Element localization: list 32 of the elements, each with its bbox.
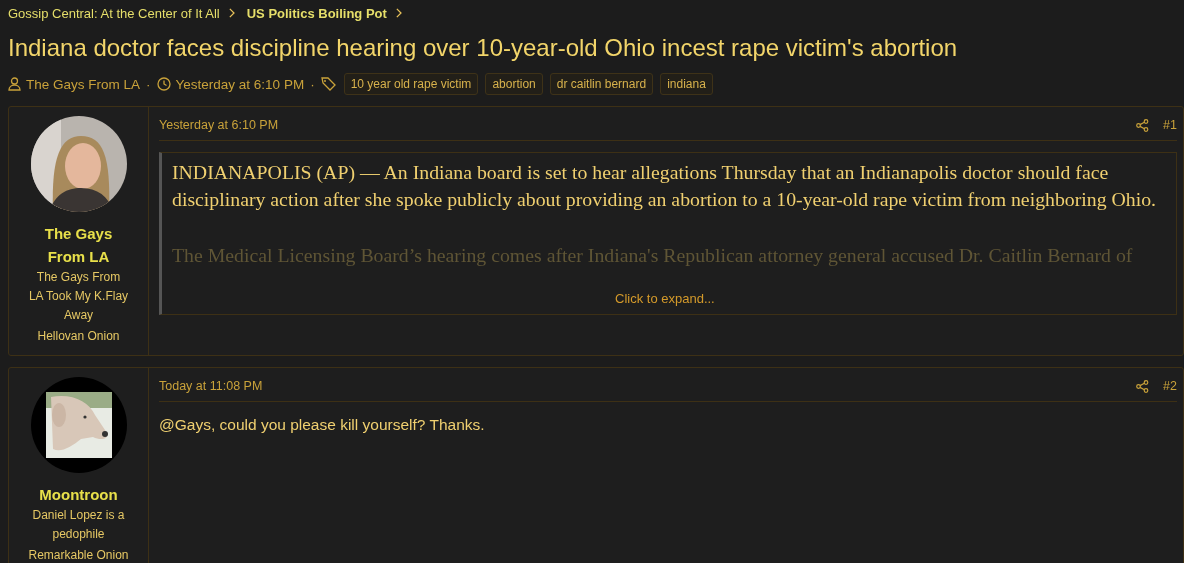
post-date[interactable]: Today at 11:08 PM xyxy=(159,379,263,393)
username-link[interactable]: Moontroon xyxy=(28,483,129,506)
user-rank: Hellovan Onion xyxy=(37,329,120,343)
chevron-right-icon xyxy=(394,8,402,18)
expand-link[interactable]: Click to expand... xyxy=(615,291,715,306)
tag-chip[interactable]: indiana xyxy=(660,73,713,95)
share-icon[interactable] xyxy=(1136,118,1150,132)
separator: · xyxy=(146,76,151,92)
tag-chip[interactable]: 10 year old rape victim xyxy=(343,73,479,95)
post-text: @Gays, could you please kill yourself? Thanks. xyxy=(159,416,486,434)
thread-date[interactable]: Yesterday at 6:10 PM xyxy=(175,76,305,92)
post-number-link[interactable]: #2 xyxy=(1163,379,1177,393)
user-rank: Remarkable Onion xyxy=(28,548,129,562)
user-icon xyxy=(8,77,21,91)
tag-icon xyxy=(320,77,337,91)
thread-title: Indiana doctor faces discipline hearing over 10-year-old Ohio incest rape victim's abortion xyxy=(8,34,959,62)
user-title: Daniel Lopez is a pedophile xyxy=(31,507,126,543)
tag-chip[interactable]: abortion xyxy=(485,73,543,95)
breadcrumb-link[interactable]: US Politics Boiling Pot xyxy=(246,5,387,21)
quote-paragraph: INDIANAPOLIS (AP) — An Indiana board is set to hear allegations Thursday that an Indianapolis doctor should face disciplinary action after she spoke publicly about providing an abortion to a 10-year-old rape victim from neighboring Ohio. xyxy=(172,160,1157,212)
author-link[interactable]: The Gays From LA xyxy=(26,76,141,92)
share-icon[interactable] xyxy=(1136,379,1150,393)
quote-paragraph: The Medical Licensing Board’s hearing comes after Indiana's Republican attorney general accused Dr. Caitlin Bernard of xyxy=(172,243,1134,268)
chevron-right-icon xyxy=(227,8,235,18)
tag-chip[interactable]: dr caitlin bernard xyxy=(549,73,654,95)
separator: · xyxy=(310,76,315,92)
username-link[interactable]: The Gays From LA xyxy=(28,222,129,268)
post-number-link[interactable]: #1 xyxy=(1163,118,1177,132)
user-title: The Gays From LA Took My K.Flay Away xyxy=(28,269,129,324)
clock-icon xyxy=(156,77,171,91)
breadcrumb-link[interactable]: Gossip Central: At the Center of It All xyxy=(8,5,220,21)
post-date[interactable]: Yesterday at 6:10 PM xyxy=(159,118,279,132)
